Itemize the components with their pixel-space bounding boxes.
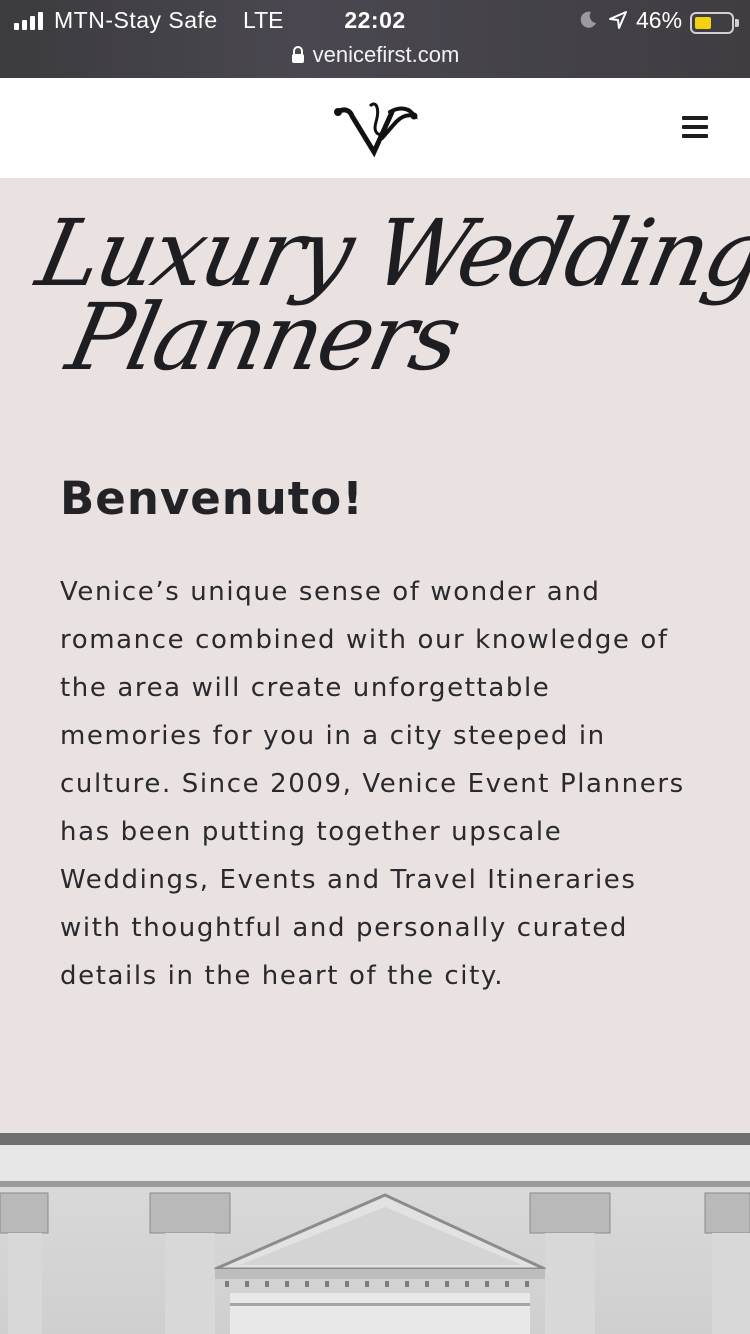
script-title: Luxury Wedding Planners — [29, 200, 750, 400]
building-facade-image — [0, 1133, 750, 1334]
welcome-heading: Benvenuto! — [60, 472, 364, 525]
hamburger-menu-icon[interactable] — [682, 116, 710, 140]
location-arrow-icon — [609, 11, 627, 29]
address-bar[interactable]: venicefirst.com — [0, 40, 750, 70]
site-header — [0, 78, 750, 178]
venicefirst-logo[interactable] — [330, 98, 422, 160]
intro-paragraph: Venice’s unique sense of wonder and roma… — [60, 577, 685, 991]
battery-fill — [695, 17, 711, 29]
do-not-disturb-moon-icon — [580, 11, 596, 28]
status-row: MTN-Stay Safe LTE 22:02 46% — [0, 4, 750, 38]
venice-architecture-photo — [0, 1133, 750, 1334]
script-title-line2: Planners — [58, 284, 468, 391]
status-bar: MTN-Stay Safe LTE 22:02 46% venicefirst.… — [0, 0, 750, 78]
battery-icon — [690, 12, 739, 34]
url-text: venicefirst.com — [312, 42, 460, 67]
lock-icon — [291, 46, 304, 63]
battery-percentage: 46% — [636, 7, 683, 33]
